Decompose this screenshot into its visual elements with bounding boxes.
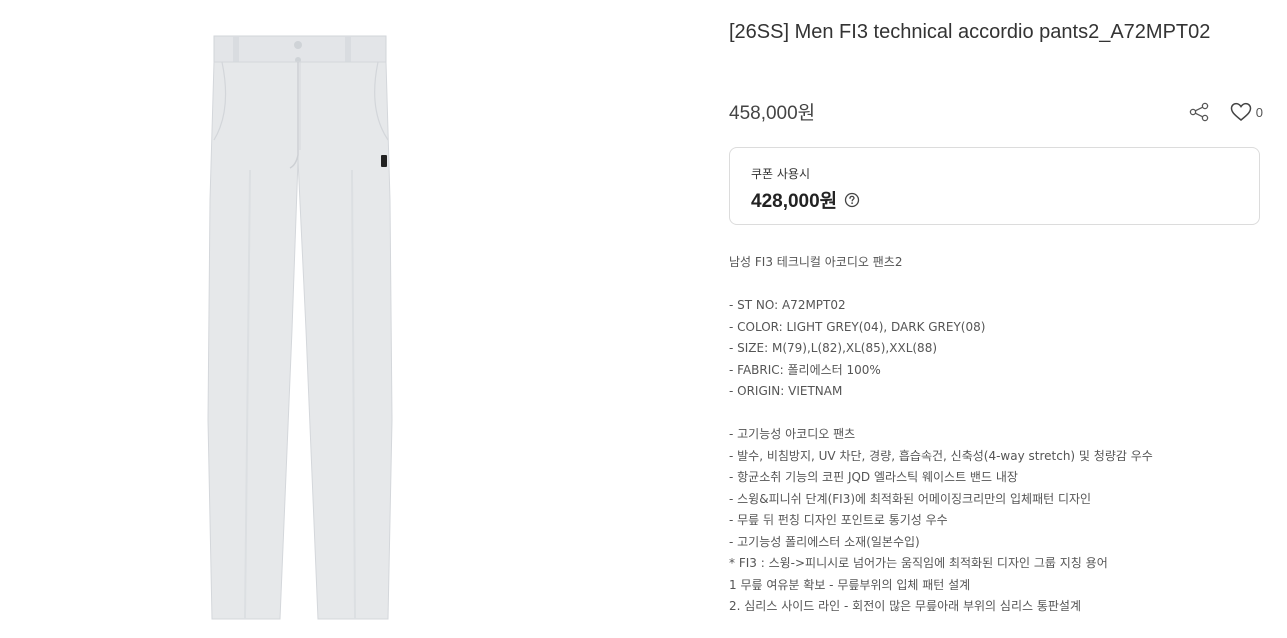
feature-line: - 무릎 뒤 펀칭 디자인 포인트로 통기성 우수 <box>729 513 948 527</box>
product-title: [26SS] Men FI3 technical accordio pants2… <box>729 21 1211 43</box>
coupon-price: 428,000원 <box>751 186 860 213</box>
feature-line: - 항균소취 기능의 코핀 JQD 엘라스틱 웨이스트 밴드 내장 <box>729 470 1018 484</box>
feature-line: 2. 심리스 사이드 라인 - 회전이 많은 무릎아래 부위의 심리스 통판설계 <box>729 599 1082 613</box>
heart-icon <box>1230 102 1252 121</box>
feature-line: - 발수, 비침방지, UV 차단, 경량, 흡습속건, 신축성(4-way s… <box>729 448 1153 463</box>
like-button[interactable]: 0 <box>1230 102 1263 122</box>
spec-line: - SIZE: M(79),L(82),XL(85),XXL(88) <box>729 341 938 355</box>
pants-illustration <box>207 35 393 620</box>
like-count: 0 <box>1255 104 1263 120</box>
product-price: 458,000원 <box>729 103 816 124</box>
product-actions: 0 <box>1186 98 1263 126</box>
coupon-price-value: 428,000원 <box>751 191 838 212</box>
feature-line: - 고기능성 폴리에스터 소재(일본수입) <box>729 534 920 549</box>
spec-line: - ST NO: A72MPT02 <box>729 298 846 312</box>
question-circle-icon[interactable] <box>844 192 860 208</box>
spec-line: - COLOR: LIGHT GREY(04), DARK GREY(08) <box>729 319 986 334</box>
description-intro: 남성 FI3 테크니컬 아코디오 팬츠2 <box>729 255 903 269</box>
feature-line: 1 무릎 여유분 확보 - 무릎부위의 입체 패턴 설계 <box>729 577 971 592</box>
product-image[interactable] <box>0 0 600 638</box>
spec-line: - ORIGIN: VIETNAM <box>729 384 843 398</box>
product-description: 남성 FI3 테크니컬 아코디오 팬츠2 - ST NO: A72MPT02 -… <box>729 252 1263 618</box>
share-icon <box>1189 102 1209 122</box>
product-info: [26SS] Men FI3 technical accordio pants2… <box>729 0 1263 638</box>
feature-line: - 고기능성 아코디오 팬츠 <box>729 427 856 441</box>
share-button[interactable] <box>1186 99 1212 125</box>
coupon-box: 쿠폰 사용시 428,000원 <box>729 147 1260 225</box>
feature-line: * FI3 : 스윙->피니시로 넘어가는 움직임에 최적화된 디자인 그룹 지… <box>729 556 1108 570</box>
coupon-label: 쿠폰 사용시 <box>751 167 811 181</box>
feature-line: - 스윙&피니쉬 단계(FI3)에 최적화된 어메이징크리만의 입체패턴 디자인 <box>729 491 1092 506</box>
spec-line: - FABRIC: 폴리에스터 100% <box>729 362 881 377</box>
product-image-area <box>0 0 600 638</box>
